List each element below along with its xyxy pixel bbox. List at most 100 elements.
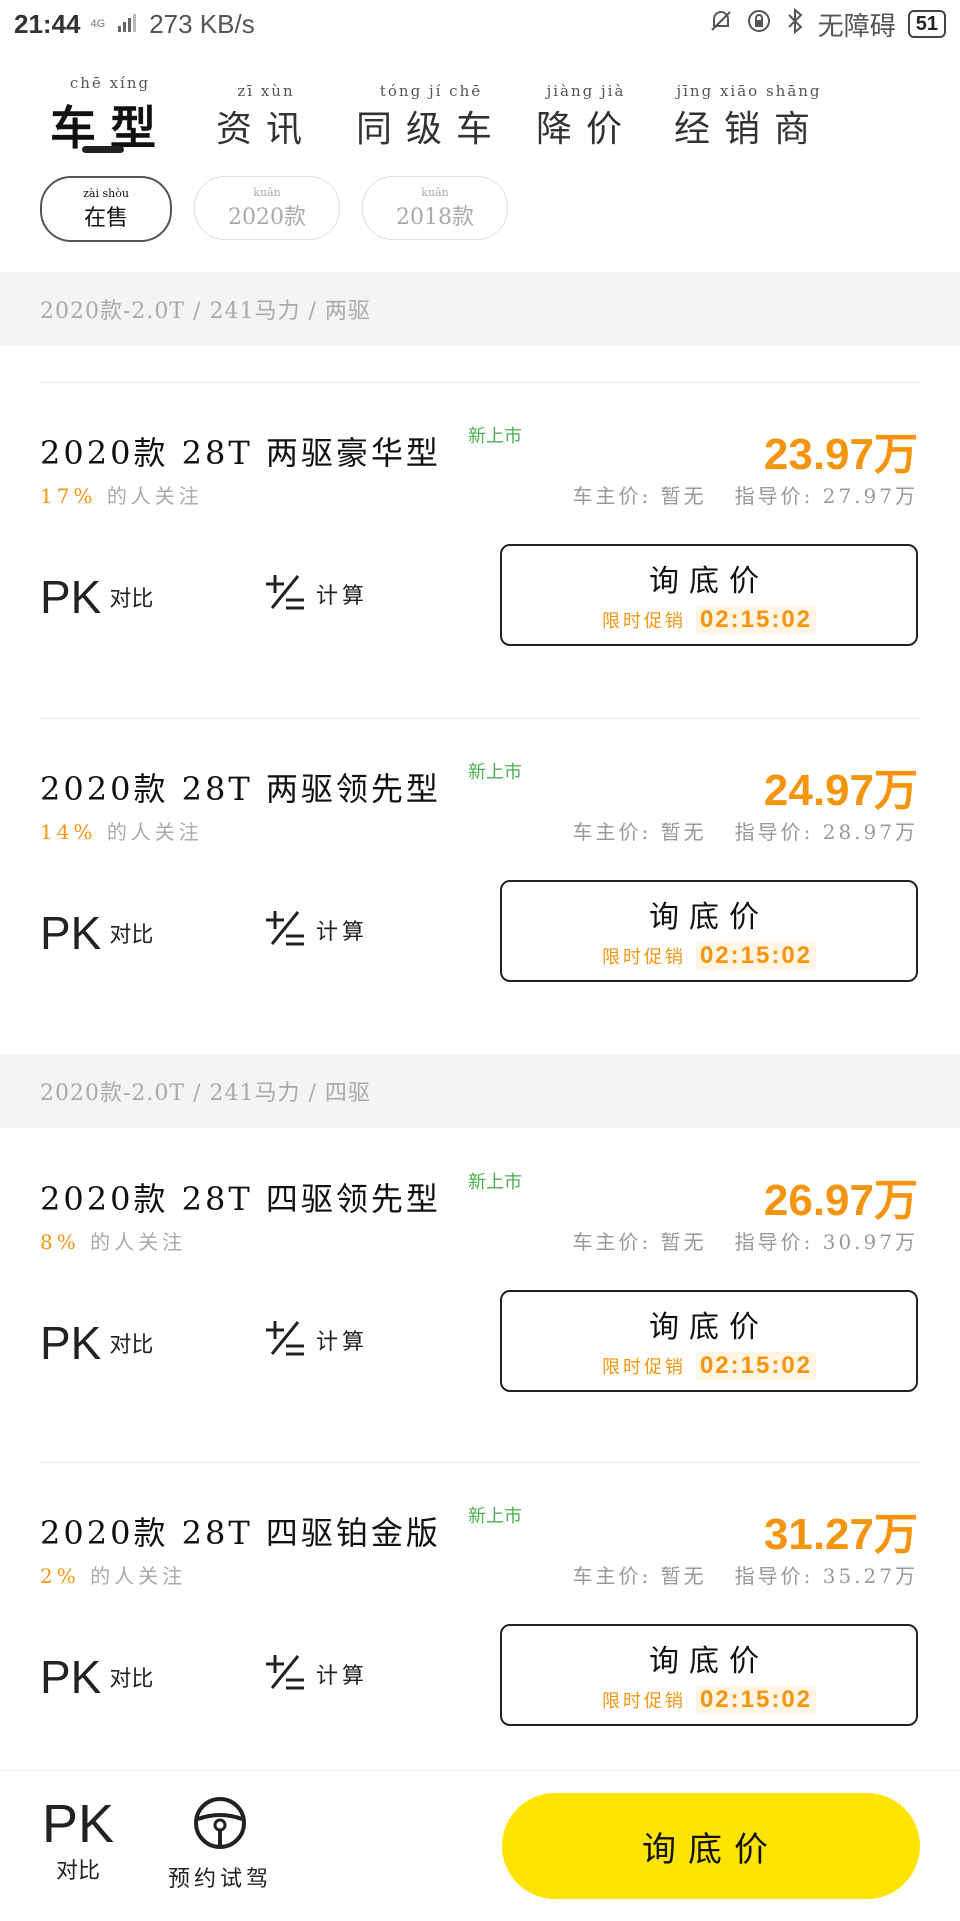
calculator-icon [262, 1316, 306, 1364]
filter-2018[interactable]: kuǎn 2018款 [362, 176, 508, 240]
inquiry-label: 询底价 [649, 1644, 769, 1679]
inquiry-label: 询底价 [649, 1310, 769, 1345]
attention-text: 的人关注 [90, 1564, 187, 1588]
countdown-timer: 02:15:02 [695, 606, 817, 634]
attention-stat: 14% 的人关注 [40, 816, 203, 845]
calculate-label: 计算 [316, 584, 369, 609]
calculate-label: 计算 [316, 1664, 369, 1689]
inquiry-button[interactable]: 询底价 限时促销 02:15:02 [500, 544, 918, 646]
guide-price: 指导价: 30.97万 [734, 1230, 918, 1254]
pk-compare-button[interactable]: PK 对比 [40, 1316, 153, 1370]
owner-price: 车主价: 暂无 [572, 1564, 707, 1588]
inquiry-label: 询底价 [649, 564, 769, 599]
new-badge: 新上市 [468, 762, 522, 783]
pk-label: PK [40, 1651, 102, 1703]
owner-price: 车主价: 暂无 [572, 484, 707, 508]
calculate-label: 计算 [316, 1330, 369, 1355]
bottom-pk-button[interactable]: PK 对比 [42, 1795, 114, 1885]
model-card[interactable]: 2020款 28T 两驱豪华型 新上市 23.97万 17% 的人关注 车主价:… [0, 388, 960, 688]
pk-sub-label: 对比 [109, 587, 154, 612]
tab-label: 同级车 [356, 109, 507, 150]
promo-label: 限时促销 [601, 947, 686, 968]
tab-pinyin: jiàng jià [546, 82, 626, 100]
bottom-inquiry-button[interactable]: 询底价 [502, 1793, 920, 1899]
tab-pinyin: chē xíng [69, 74, 151, 92]
pk-label: PK [42, 1794, 115, 1854]
attention-text: 的人关注 [106, 484, 203, 508]
filter-on-sale[interactable]: zài shòu 在售 [40, 176, 172, 242]
guide-price: 指导价: 28.97万 [734, 820, 918, 844]
model-title: 2020款 28T 四驱铂金版 [40, 1514, 441, 1552]
accessibility-label: 无障碍 [817, 10, 896, 41]
chip-pinyin: kuǎn [421, 185, 449, 199]
attention-stat: 8% 的人关注 [40, 1226, 186, 1255]
model-price: 24.97万 [763, 766, 918, 815]
promo-label: 限时促销 [601, 1357, 686, 1378]
test-drive-label: 预约试驾 [168, 1867, 273, 1892]
pk-sub-label: 对比 [109, 1667, 154, 1692]
chip-label: 2020款 [228, 204, 306, 230]
inquiry-button[interactable]: 询底价 限时促销 02:15:02 [500, 1290, 918, 1392]
attention-stat: 2% 的人关注 [40, 1560, 186, 1589]
pk-label: PK [40, 907, 102, 959]
calculator-icon [262, 906, 306, 954]
tab-similar-cars[interactable]: tóng jí chē 同级车 [356, 82, 506, 152]
attention-percent: 8% [40, 1230, 80, 1254]
countdown-timer: 02:15:02 [695, 1352, 817, 1380]
divider [40, 1462, 920, 1463]
calculate-button[interactable]: 计算 [262, 906, 368, 954]
filter-2020[interactable]: kuǎn 2020款 [194, 176, 340, 240]
calculate-label: 计算 [316, 920, 369, 945]
pk-sub-label: 对比 [56, 1859, 101, 1884]
chip-pinyin: zài shòu [83, 186, 129, 200]
status-bar: 21:44 4G 273 KB/s 无障碍 51 [0, 0, 960, 48]
model-title: 2020款 28T 四驱领先型 [40, 1180, 441, 1218]
pk-compare-button[interactable]: PK 对比 [40, 1650, 153, 1704]
active-tab-indicator [82, 146, 124, 153]
inquiry-button[interactable]: 询底价 限时促销 02:15:02 [500, 1624, 918, 1726]
divider [40, 718, 920, 719]
inquiry-label: 询底价 [649, 900, 769, 935]
model-card[interactable]: 2020款 28T 四驱铂金版 新上市 31.27万 2% 的人关注 车主价: … [0, 1468, 960, 1768]
tab-pinyin: jīng xiāo shāng [676, 82, 822, 100]
pk-label: PK [40, 571, 102, 623]
tab-dealers[interactable]: jīng xiāo shāng 经销商 [674, 82, 824, 152]
calculator-icon [262, 1650, 306, 1698]
promo-label: 限时促销 [601, 1691, 686, 1712]
new-badge: 新上市 [468, 426, 522, 447]
tab-label: 资讯 [216, 109, 317, 150]
model-card[interactable]: 2020款 28T 四驱领先型 新上市 26.97万 8% 的人关注 车主价: … [0, 1134, 960, 1434]
filter-chips: zài shòu 在售 kuǎn 2020款 kuǎn 2018款 [40, 176, 508, 242]
model-price: 23.97万 [763, 430, 918, 479]
pk-label: PK [40, 1317, 102, 1369]
model-card[interactable]: 2020款 28T 两驱领先型 新上市 24.97万 14% 的人关注 车主价:… [0, 724, 960, 1024]
model-price: 26.97万 [763, 1176, 918, 1225]
pk-compare-button[interactable]: PK 对比 [40, 570, 153, 624]
owner-price: 车主价: 暂无 [572, 820, 707, 844]
inquiry-button[interactable]: 询底价 限时促销 02:15:02 [500, 880, 918, 982]
status-time: 21:44 [14, 8, 81, 39]
calculate-button[interactable]: 计算 [262, 570, 368, 618]
tab-news[interactable]: zī xùn 资讯 [216, 82, 316, 152]
new-badge: 新上市 [468, 1172, 522, 1193]
tab-price-drop[interactable]: jiàng jià 降价 [536, 82, 636, 152]
pk-sub-label: 对比 [109, 1333, 154, 1358]
mute-bell-icon [708, 8, 734, 41]
calculate-button[interactable]: 计算 [262, 1650, 368, 1698]
attention-stat: 17% 的人关注 [40, 480, 203, 509]
tab-pinyin: zī xùn [237, 82, 295, 100]
new-badge: 新上市 [468, 1506, 522, 1527]
pk-compare-button[interactable]: PK 对比 [40, 906, 153, 960]
promo-label: 限时促销 [601, 611, 686, 632]
network-type: 4G [90, 17, 106, 30]
price-info: 车主价: 暂无 指导价: 28.97万 [545, 816, 918, 845]
chip-pinyin: kuǎn [253, 185, 281, 199]
tab-label: 经销商 [674, 109, 825, 150]
lock-rotation-icon [746, 8, 772, 41]
price-info: 车主价: 暂无 指导价: 30.97万 [545, 1226, 918, 1255]
top-tab-bar: chē xíng 车型 zī xùn 资讯 tóng jí chē 同级车 ji… [0, 60, 960, 160]
section-header: 2020款-2.0T / 241马力 / 四驱 [0, 1054, 960, 1128]
test-drive-button[interactable]: 预约试驾 [168, 1795, 272, 1893]
calculate-button[interactable]: 计算 [262, 1316, 368, 1364]
guide-price: 指导价: 35.27万 [734, 1564, 918, 1588]
